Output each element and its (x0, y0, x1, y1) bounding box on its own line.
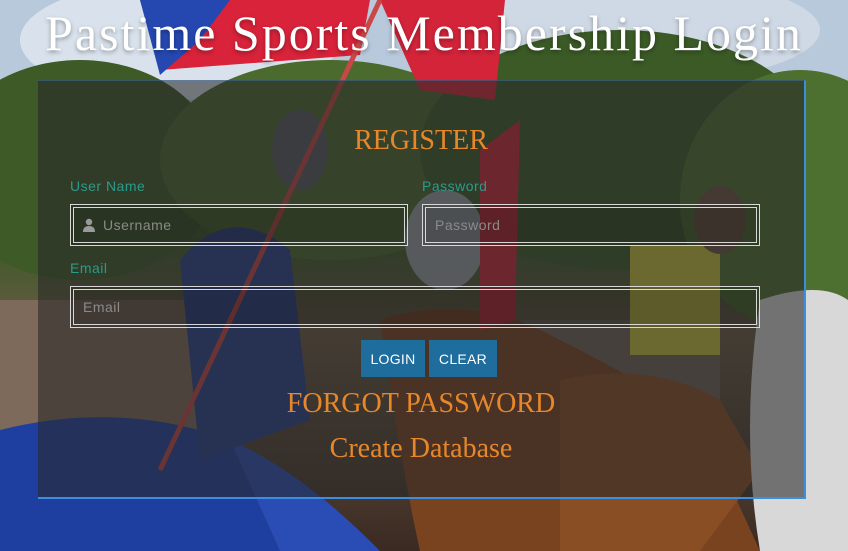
page-title: Pastime Sports Membership Login (45, 5, 803, 61)
create-database-link[interactable]: Create Database (38, 433, 804, 465)
email-field (70, 286, 760, 328)
clear-button[interactable]: CLEAR (429, 340, 497, 377)
register-panel: REGISTER User Name Password Email LOGIN … (38, 80, 806, 499)
password-field (422, 204, 760, 246)
user-icon (83, 218, 95, 232)
username-label: User Name (70, 178, 146, 194)
email-label: Email (70, 260, 108, 276)
register-heading: REGISTER (354, 125, 488, 156)
forgot-password-link[interactable]: FORGOT PASSWORD (38, 388, 804, 420)
login-button[interactable]: LOGIN (361, 340, 425, 377)
password-label: Password (422, 178, 488, 194)
username-field (70, 204, 408, 246)
password-input[interactable] (435, 217, 759, 233)
email-input[interactable] (83, 299, 759, 315)
username-input[interactable] (103, 217, 407, 233)
